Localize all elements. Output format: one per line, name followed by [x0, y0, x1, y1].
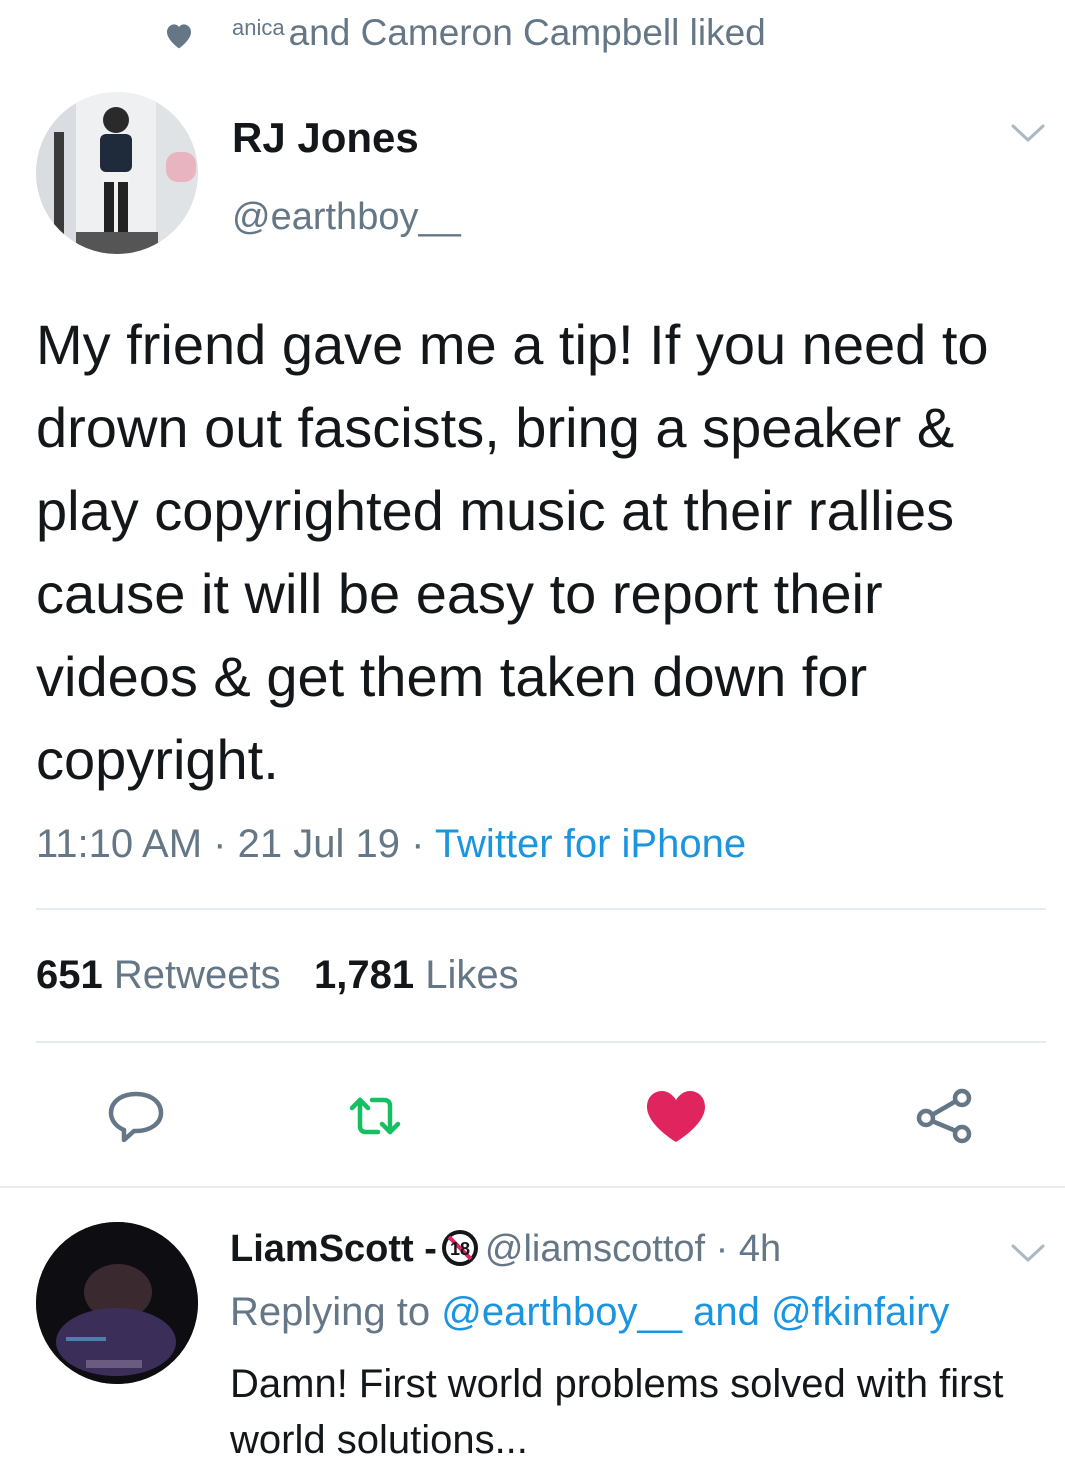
- tweet-stats: 651 Retweets 1,781 Likes: [36, 953, 519, 998]
- reply-time: · 4h: [715, 1228, 782, 1270]
- meta-separator: ·: [213, 822, 227, 866]
- avatar-photo: [36, 92, 198, 254]
- author-avatar[interactable]: [36, 92, 198, 254]
- chevron-down-icon[interactable]: [1010, 122, 1046, 146]
- social-context: anica and Cameron Campbell liked: [232, 12, 766, 54]
- like-label: Likes: [425, 953, 519, 997]
- tweet-divider: [0, 1186, 1065, 1188]
- retweets-stat[interactable]: 651 Retweets: [36, 953, 281, 997]
- reply-author-handle[interactable]: @liamscottof: [485, 1228, 705, 1270]
- reply-author-name[interactable]: LiamScott -: [230, 1228, 437, 1270]
- reply-header: LiamScott - 18 @liamscottof · 4h: [230, 1228, 781, 1271]
- tweet-text: My friend gave me a tip! If you need to …: [36, 313, 989, 791]
- tweet-meta: 11:10 AM · 21 Jul 19 · Twitter for iPhon…: [36, 822, 746, 867]
- author-name[interactable]: RJ Jones: [232, 114, 419, 162]
- share-icon[interactable]: [912, 1088, 978, 1144]
- tweet-date: 21 Jul 19: [237, 822, 400, 866]
- social-context-small-name[interactable]: anica: [232, 15, 285, 40]
- tweet-source-link[interactable]: Twitter for iPhone: [435, 822, 746, 866]
- chevron-down-icon[interactable]: [1010, 1242, 1046, 1266]
- reply-icon[interactable]: [103, 1088, 169, 1144]
- meta-separator: ·: [411, 822, 425, 866]
- reply-text: Damn! First world problems solved with f…: [230, 1362, 1004, 1462]
- liked-heart-icon: [167, 24, 191, 49]
- reply-author-avatar[interactable]: [36, 1222, 198, 1384]
- likes-stat[interactable]: 1,781 Likes: [314, 953, 519, 997]
- age-badge-text: 18: [450, 1239, 470, 1259]
- retweet-count: 651: [36, 953, 103, 997]
- author-handle[interactable]: @earthboy__: [232, 196, 461, 239]
- retweet-icon[interactable]: [342, 1088, 408, 1144]
- divider: [36, 908, 1046, 910]
- mention-link[interactable]: @fkinfairy: [771, 1290, 949, 1334]
- retweet-label: Retweets: [113, 953, 281, 997]
- like-count: 1,781: [313, 953, 415, 997]
- replying-to: Replying to @earthboy__ and @fkinfairy: [230, 1290, 949, 1335]
- avatar-photo: [36, 1222, 198, 1384]
- social-context-text[interactable]: and Cameron Campbell liked: [289, 12, 766, 53]
- mention-link[interactable]: @earthboy__: [441, 1290, 682, 1334]
- tweet-time: 11:10 AM: [36, 822, 203, 866]
- replying-and: and: [693, 1290, 760, 1334]
- age-restricted-18-icon: 18: [441, 1230, 478, 1266]
- like-icon[interactable]: [643, 1088, 709, 1144]
- divider: [36, 1041, 1046, 1043]
- replying-prefix: Replying to: [230, 1290, 431, 1334]
